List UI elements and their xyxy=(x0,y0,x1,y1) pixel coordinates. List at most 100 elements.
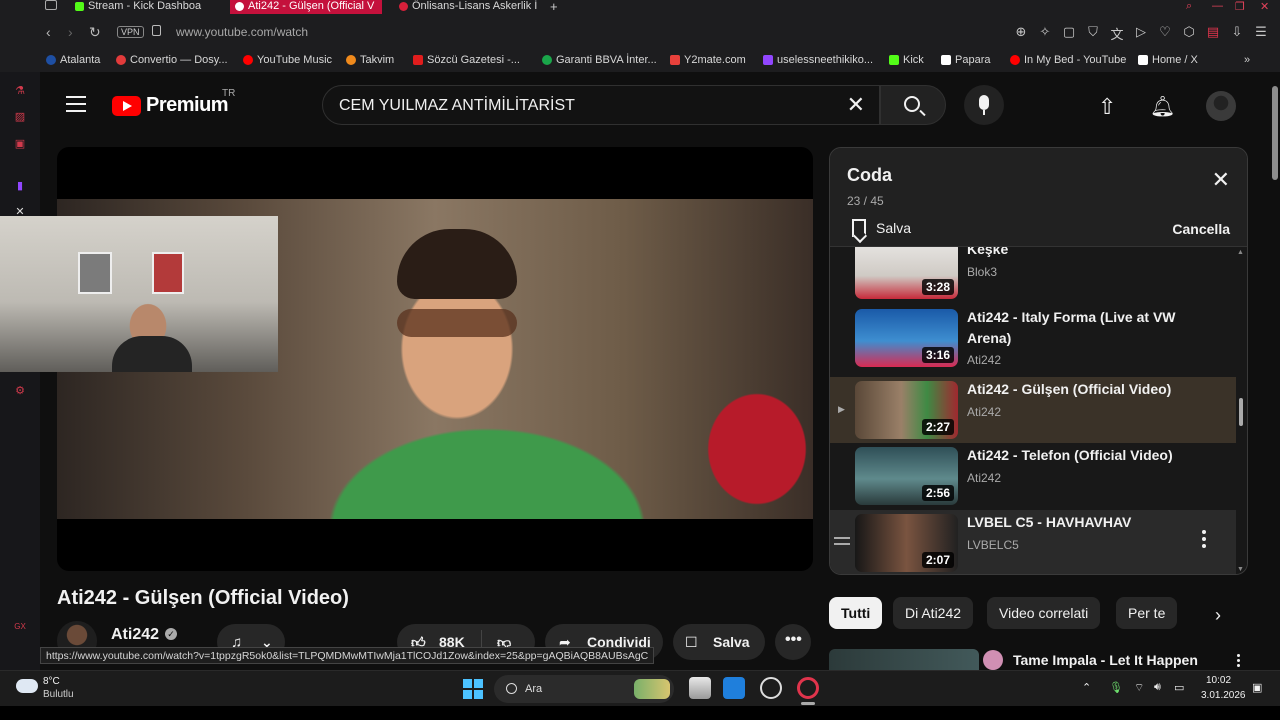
notes-icon[interactable]: ▨ xyxy=(13,110,27,124)
url-field[interactable]: www.youtube.com/watch xyxy=(176,25,308,39)
opera-icon[interactable] xyxy=(797,677,819,699)
wallet-icon[interactable]: ▤ xyxy=(1206,24,1220,43)
drag-handle-icon[interactable] xyxy=(834,537,850,545)
menu-icon[interactable]: ☰ xyxy=(1254,24,1268,43)
scroll-down-icon[interactable]: ▼ xyxy=(1237,566,1244,573)
new-tab-button[interactable]: + xyxy=(550,0,558,14)
account-avatar[interactable] xyxy=(1206,91,1236,121)
close-queue-icon[interactable]: ✕ xyxy=(1212,169,1230,191)
search-box[interactable]: CEM YUILMAZ ANTİMİLİTARİST ✕ xyxy=(322,85,880,125)
snapshot-icon[interactable]: ▢ xyxy=(1062,24,1076,43)
outlook-icon[interactable] xyxy=(723,677,745,699)
bookmark-item[interactable]: Convertio — Dosy... xyxy=(116,54,228,66)
cast-icon[interactable]: ▷ xyxy=(1134,24,1148,43)
battery-icon[interactable]: ▭ xyxy=(1174,681,1184,694)
queue-cancel-button[interactable]: Cancella xyxy=(1172,221,1230,237)
hamburger-menu-button[interactable] xyxy=(66,96,86,112)
bookmark-item[interactable]: Kick xyxy=(889,54,924,66)
extensions-icon[interactable]: ⬡ xyxy=(1182,24,1196,43)
search-tabs-icon[interactable]: ⌕ xyxy=(1186,0,1192,13)
scroll-up-icon[interactable]: ▲ xyxy=(1237,249,1244,256)
vpn-badge[interactable]: VPN xyxy=(117,26,144,38)
queue-item[interactable]: 2:07 LVBEL C5 - HAVHAVHAV LVBELC5 xyxy=(830,510,1236,574)
cloud-icon[interactable] xyxy=(16,679,38,693)
page-scrollbar[interactable] xyxy=(1270,72,1280,670)
tab-kick[interactable]: Stream - Kick Dashboa xyxy=(70,0,220,14)
queue-save-button[interactable]: Salva xyxy=(852,219,911,237)
more-actions-button[interactable]: ••• xyxy=(775,624,811,660)
queue-item[interactable]: 3:16 Ati242 - Italy Forma (Live at VW Ar… xyxy=(830,305,1236,371)
queue-item[interactable]: 2:56 Ati242 - Telefon (Official Video) A… xyxy=(830,443,1236,509)
tab-youtube[interactable]: Ati242 - Gülşen (Official V xyxy=(230,0,382,14)
upload-icon[interactable]: ⇧ xyxy=(1098,94,1116,120)
aria-icon[interactable]: ⚗ xyxy=(13,84,27,98)
task-view-icon[interactable] xyxy=(689,677,711,699)
recommended-title[interactable]: Tame Impala - Let It Happen xyxy=(1013,652,1198,668)
weather-condition[interactable]: Bulutlu xyxy=(43,689,74,700)
recommended-channel-avatar[interactable] xyxy=(983,650,1003,670)
chip-related[interactable]: Video correlati xyxy=(987,597,1101,629)
lock-icon[interactable] xyxy=(152,25,161,36)
bookmark-item[interactable]: Garanti BBVA İnter... xyxy=(542,54,657,66)
scrollbar-thumb[interactable] xyxy=(1272,86,1278,180)
tab-list-icon[interactable] xyxy=(45,0,57,10)
shield-icon[interactable]: ⛉ xyxy=(1086,24,1100,43)
more-vertical-icon[interactable] xyxy=(1202,530,1206,551)
twitch-icon[interactable]: ▮ xyxy=(13,179,27,193)
bookmark-item[interactable]: Takvim xyxy=(346,54,394,66)
tab-askerlik[interactable]: Önlisans-Lisans Askerlik İ xyxy=(394,0,542,14)
music-icon[interactable]: ▣ xyxy=(13,137,27,151)
clock-time[interactable]: 10:02 xyxy=(1206,675,1231,686)
download-icon[interactable]: ⇩ xyxy=(1230,24,1244,43)
weather-temperature[interactable]: 8°C xyxy=(43,676,60,687)
video-thumbnail[interactable]: 2:56 xyxy=(855,447,958,505)
chevron-right-icon[interactable]: › xyxy=(1215,605,1221,626)
bookmark-item[interactable]: uselessneethikiko... xyxy=(763,54,873,66)
recommended-thumbnail[interactable] xyxy=(829,649,979,670)
chip-all[interactable]: Tutti xyxy=(829,597,883,629)
youtube-premium-logo[interactable]: Premium TR xyxy=(112,88,235,117)
minimize-button[interactable]: — xyxy=(1212,0,1223,12)
windows-start-icon[interactable] xyxy=(463,679,483,699)
search-button[interactable] xyxy=(880,85,946,125)
bookmark-item[interactable]: Papara xyxy=(941,54,990,66)
bookmark-item[interactable]: Sözcü Gazetesi -... xyxy=(413,54,520,66)
notification-icon[interactable]: ▣ xyxy=(1252,681,1262,694)
more-vertical-icon[interactable] xyxy=(1237,654,1241,669)
chip-for-you[interactable]: Per te xyxy=(1116,597,1178,629)
gx-icon[interactable]: GX xyxy=(13,620,27,634)
bookmark-item[interactable]: YouTube Music xyxy=(243,54,332,66)
opera-gx-icon[interactable] xyxy=(760,677,782,699)
search-input[interactable]: CEM YUILMAZ ANTİMİLİTARİST xyxy=(339,97,575,115)
microphone-icon[interactable]: 🎙︎ xyxy=(1109,681,1123,694)
pin-icon[interactable]: ✧ xyxy=(1038,24,1052,43)
queue-item-now-playing[interactable]: ▶ 2:27 Ati242 - Gülşen (Official Video) … xyxy=(830,377,1236,443)
channel-name[interactable]: Ati242 xyxy=(111,626,159,644)
translate-icon[interactable]: 文 xyxy=(1110,24,1124,43)
wifi-icon[interactable]: ⌔ xyxy=(1134,681,1144,695)
zoom-icon[interactable]: ⊕ xyxy=(1014,24,1028,43)
notifications-bell-icon[interactable]: 🔔︎ xyxy=(1150,94,1175,119)
clock-date[interactable]: 3.01.2026 xyxy=(1201,690,1246,701)
back-button[interactable]: ‹ xyxy=(46,24,51,40)
bookmark-item[interactable]: Atalanta xyxy=(46,54,100,66)
maximize-button[interactable]: ❐ xyxy=(1235,0,1245,13)
volume-icon[interactable]: 🔊︎ xyxy=(1154,681,1161,694)
video-thumbnail[interactable]: 3:16 xyxy=(855,309,958,367)
video-thumbnail[interactable]: 2:07 xyxy=(855,514,958,572)
bookmark-item[interactable]: In My Bed - YouTube xyxy=(1010,54,1126,66)
voice-search-button[interactable] xyxy=(964,85,1004,125)
forward-button[interactable]: › xyxy=(68,24,73,40)
tray-chevron-icon[interactable]: ⌃ xyxy=(1082,681,1091,694)
bookmark-item[interactable]: Y2mate.com xyxy=(670,54,746,66)
clear-search-icon[interactable]: ✕ xyxy=(847,92,865,118)
close-window-button[interactable]: ✕ xyxy=(1260,0,1269,13)
settings-icon[interactable]: ⚙ xyxy=(13,384,27,398)
queue-item[interactable]: 3:28 Keşke Blok3 xyxy=(830,247,1236,303)
taskbar-search[interactable]: Ara xyxy=(494,675,674,703)
video-thumbnail[interactable]: 3:28 xyxy=(855,247,958,299)
more-bookmarks-icon[interactable]: » xyxy=(1244,54,1250,66)
bookmark-item[interactable]: Home / X xyxy=(1138,54,1198,66)
video-thumbnail[interactable]: 2:27 xyxy=(855,381,958,439)
heart-icon[interactable]: ♡ xyxy=(1158,24,1172,43)
